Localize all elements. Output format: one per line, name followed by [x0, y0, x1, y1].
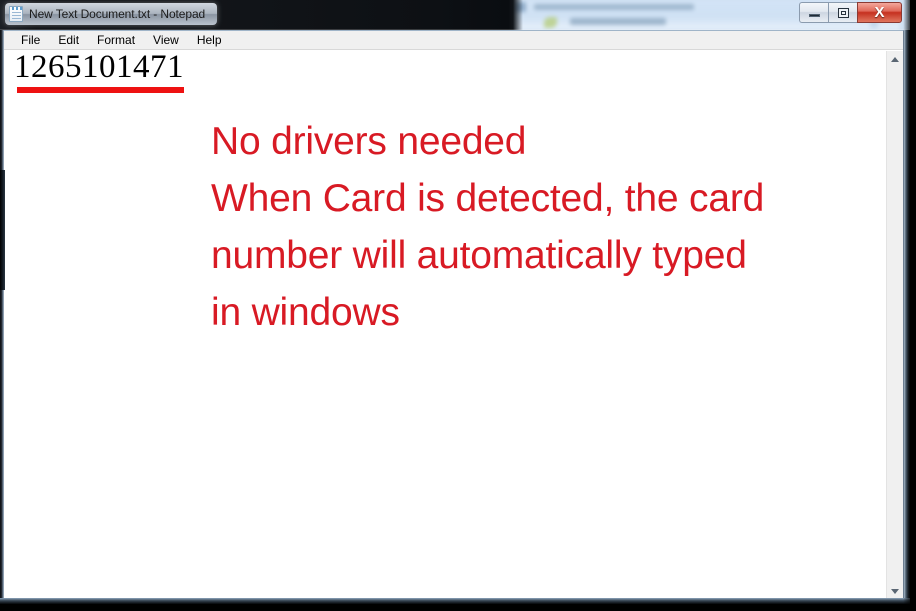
minimize-icon — [808, 14, 820, 17]
minimize-button[interactable] — [799, 2, 828, 23]
menu-item-edit[interactable]: Edit — [49, 32, 88, 49]
window-border-left-shadow — [0, 170, 5, 290]
card-number-text: 1265101471 — [14, 51, 184, 85]
menu-item-format[interactable]: Format — [88, 32, 144, 49]
vertical-scrollbar[interactable] — [886, 51, 903, 600]
text-editor-area[interactable]: 1265101471 No drivers needed When Card i… — [4, 51, 886, 600]
title-bar[interactable]: New Text Document.txt - Notepad X — [0, 0, 908, 30]
restore-button[interactable] — [828, 2, 857, 23]
window-border-left — [0, 30, 4, 604]
menu-item-file[interactable]: File — [12, 32, 49, 49]
annotation-line-3: number will automatically typed — [211, 234, 747, 277]
annotation-line-1: No drivers needed — [211, 120, 527, 163]
notepad-icon — [9, 6, 23, 22]
window-title: New Text Document.txt - Notepad — [29, 7, 206, 21]
menu-item-view[interactable]: View — [144, 32, 188, 49]
card-number-underline — [17, 87, 184, 93]
menu-bar: File Edit Format View Help — [4, 31, 903, 50]
close-icon: X — [874, 4, 885, 21]
notepad-window: New Text Document.txt - Notepad X File E… — [0, 0, 912, 606]
annotation-line-4: in windows — [211, 291, 400, 334]
window-controls: X — [799, 2, 902, 23]
screen-edge-right — [910, 0, 916, 611]
annotation-line-2: When Card is detected, the card — [211, 177, 765, 220]
screenshot-root: New Text Document.txt - Notepad X File E… — [0, 0, 916, 611]
scroll-up-button[interactable] — [887, 51, 903, 68]
close-button[interactable]: X — [857, 2, 902, 23]
scroll-down-arrow-icon — [891, 589, 899, 594]
menu-item-help[interactable]: Help — [188, 32, 231, 49]
annotation-overlay: No drivers needed When Card is detected,… — [211, 113, 871, 341]
screen-edge-bottom — [0, 604, 916, 611]
window-client-area: File Edit Format View Help 1265101471 No… — [3, 30, 904, 601]
restore-icon — [837, 7, 849, 18]
title-chip: New Text Document.txt - Notepad — [5, 3, 218, 25]
scroll-up-arrow-icon — [891, 57, 899, 62]
